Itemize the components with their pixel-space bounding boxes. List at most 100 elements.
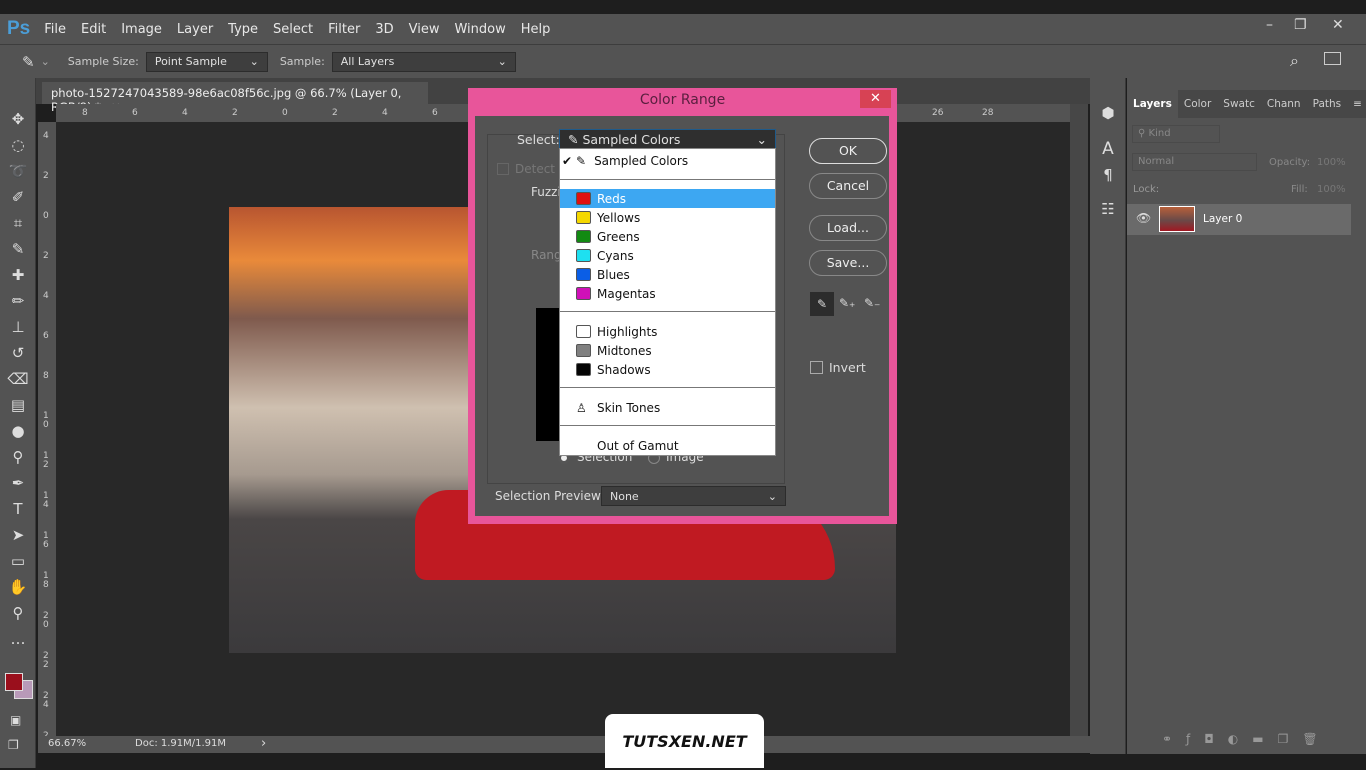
eyedropper-subtract-icon[interactable]: ✎₋: [864, 296, 880, 310]
ruler-tick-label: 20: [43, 611, 49, 630]
dropdown-item-cyans[interactable]: Cyans: [560, 246, 775, 265]
blur-tool-icon[interactable]: ●: [0, 418, 36, 444]
rectangle-tool-icon[interactable]: ▭: [0, 548, 36, 574]
dropdown-item-greens[interactable]: Greens: [560, 227, 775, 246]
history-brush-icon[interactable]: ↺: [0, 340, 36, 366]
dropdown-item-midtones[interactable]: Midtones: [560, 341, 775, 360]
lasso-tool-icon[interactable]: ➰: [0, 158, 36, 184]
layer-actions[interactable]: ⚭ƒ◘◐▬❐🗑: [1162, 732, 1332, 746]
ruler-tick-label: 16: [43, 531, 49, 550]
cancel-button[interactable]: Cancel: [809, 173, 887, 199]
zoom-level[interactable]: 66.67%: [48, 738, 86, 749]
tab-swatches[interactable]: Swatc: [1217, 90, 1261, 118]
load-button[interactable]: Load...: [809, 215, 887, 241]
document-tab[interactable]: photo-1527247043589-98e6ac08f56c.jpg @ 6…: [42, 82, 428, 114]
menu-window[interactable]: Window: [454, 22, 505, 37]
pen-tool-icon[interactable]: ✒: [0, 470, 36, 496]
dropdown-item-out-of-gamut[interactable]: Out of Gamut: [560, 436, 775, 455]
marquee-tool-icon[interactable]: ◌: [0, 132, 36, 158]
dropdown-item-reds[interactable]: Reds: [560, 189, 775, 208]
opacity-label: Opacity:: [1269, 157, 1311, 168]
tab-color[interactable]: Color: [1177, 90, 1218, 118]
hand-tool-icon[interactable]: ✋: [0, 574, 36, 600]
opacity-value[interactable]: 100%: [1317, 157, 1346, 168]
gradient-tool-icon[interactable]: ▤: [0, 392, 36, 418]
dialog-close-button[interactable]: ✕: [860, 90, 891, 108]
kind-filter[interactable]: ⚲ Kind: [1132, 125, 1220, 143]
layer-name[interactable]: Layer 0: [1203, 213, 1242, 225]
eyedropper-icon[interactable]: ✎: [810, 292, 834, 316]
eyedropper-add-icon[interactable]: ✎₊: [839, 296, 855, 310]
screen-mode-icon[interactable]: ❐: [8, 738, 19, 752]
eye-icon[interactable]: 👁: [1136, 211, 1151, 225]
invert-checkbox[interactable]: [810, 361, 823, 374]
menu-file[interactable]: File: [44, 22, 66, 37]
crop-tool-icon[interactable]: ⌗: [0, 210, 36, 236]
menu-3d[interactable]: 3D: [375, 22, 393, 37]
menu-help[interactable]: Help: [521, 22, 551, 37]
menu-type[interactable]: Type: [228, 22, 258, 37]
dropdown-item-highlights[interactable]: Highlights: [560, 322, 775, 341]
detect-faces-checkbox[interactable]: [497, 163, 509, 175]
save-button[interactable]: Save...: [809, 250, 887, 276]
color-swatch-icon: [576, 325, 591, 338]
menu-select[interactable]: Select: [273, 22, 313, 37]
close-window-button[interactable]: ✕: [1332, 17, 1344, 33]
ok-button[interactable]: OK: [809, 138, 887, 164]
vertical-scrollbar[interactable]: [1070, 104, 1088, 736]
foreground-color-swatch[interactable]: [5, 673, 23, 691]
quick-mask-icon[interactable]: ▣: [10, 713, 21, 727]
menu-filter[interactable]: Filter: [328, 22, 360, 37]
dropdown-item-magentas[interactable]: Magentas: [560, 284, 775, 303]
item-label: Sampled Colors: [594, 153, 689, 168]
item-label: Reds: [597, 191, 627, 206]
sample-size-select[interactable]: Point Sample ⌄: [145, 51, 268, 72]
ruler-tick-label: 26: [932, 108, 944, 118]
tab-paths[interactable]: Paths: [1306, 90, 1348, 118]
blend-mode-select[interactable]: Normal: [1132, 153, 1257, 171]
status-menu-arrow[interactable]: ›: [261, 736, 266, 751]
workspace-icon[interactable]: [1324, 52, 1341, 65]
menu-edit[interactable]: Edit: [81, 22, 106, 37]
dropdown-item-shadows[interactable]: Shadows: [560, 360, 775, 379]
minimize-button[interactable]: –: [1266, 17, 1273, 33]
eraser-tool-icon[interactable]: ⌫: [0, 366, 36, 392]
fill-value[interactable]: 100%: [1317, 184, 1346, 195]
paragraph-icon[interactable]: ¶: [1090, 162, 1126, 188]
brush-tool-icon[interactable]: ✏: [0, 288, 36, 314]
select-dropdown[interactable]: ✎ Sampled Colors ⌄: [559, 129, 776, 149]
item-label: Midtones: [597, 343, 652, 358]
path-select-icon[interactable]: ➤: [0, 522, 36, 548]
maximize-button[interactable]: ❐: [1294, 17, 1307, 33]
item-label: Highlights: [597, 324, 658, 339]
status-bar: 66.67% Doc: 1.91M/1.91M ›: [38, 736, 1090, 753]
dodge-tool-icon[interactable]: ⚲: [0, 444, 36, 470]
dropdown-item-skin-tones[interactable]: ♙ Skin Tones: [560, 398, 775, 417]
type-tool-icon[interactable]: T: [0, 496, 36, 522]
selection-preview-select[interactable]: None ⌄: [601, 486, 786, 506]
panel-menu-icon[interactable]: ≡: [1347, 90, 1366, 118]
dropdown-item-sampled-colors[interactable]: ✔ ✎ Sampled Colors: [560, 151, 775, 170]
menu-view[interactable]: View: [409, 22, 440, 37]
dropdown-item-blues[interactable]: Blues: [560, 265, 775, 284]
chevron-down-icon[interactable]: ⌄: [41, 55, 50, 68]
eyedropper-tool-icon[interactable]: ✎: [0, 236, 36, 262]
layer-row[interactable]: 👁 Layer 0: [1127, 204, 1351, 235]
character-icon[interactable]: A: [1090, 136, 1126, 162]
tab-channels[interactable]: Chann: [1260, 90, 1307, 118]
dropdown-item-yellows[interactable]: Yellows: [560, 208, 775, 227]
move-tool-icon[interactable]: ✥: [0, 106, 36, 132]
tab-layers[interactable]: Layers: [1127, 90, 1178, 118]
sample-select[interactable]: All Layers ⌄: [331, 51, 516, 72]
eyedropper-icon[interactable]: ✎: [22, 53, 35, 71]
more-tools-icon[interactable]: …: [0, 626, 36, 652]
search-icon[interactable]: ⌕: [1290, 51, 1299, 71]
menu-layer[interactable]: Layer: [177, 22, 213, 37]
menu-image[interactable]: Image: [121, 22, 162, 37]
history-icon[interactable]: ☷: [1090, 196, 1126, 222]
libraries-icon[interactable]: ⬢: [1090, 100, 1126, 126]
zoom-tool-icon[interactable]: ⚲: [0, 600, 36, 626]
quick-select-tool-icon[interactable]: ✐: [0, 184, 36, 210]
stamp-tool-icon[interactable]: ⊥: [0, 314, 36, 340]
healing-tool-icon[interactable]: ✚: [0, 262, 36, 288]
